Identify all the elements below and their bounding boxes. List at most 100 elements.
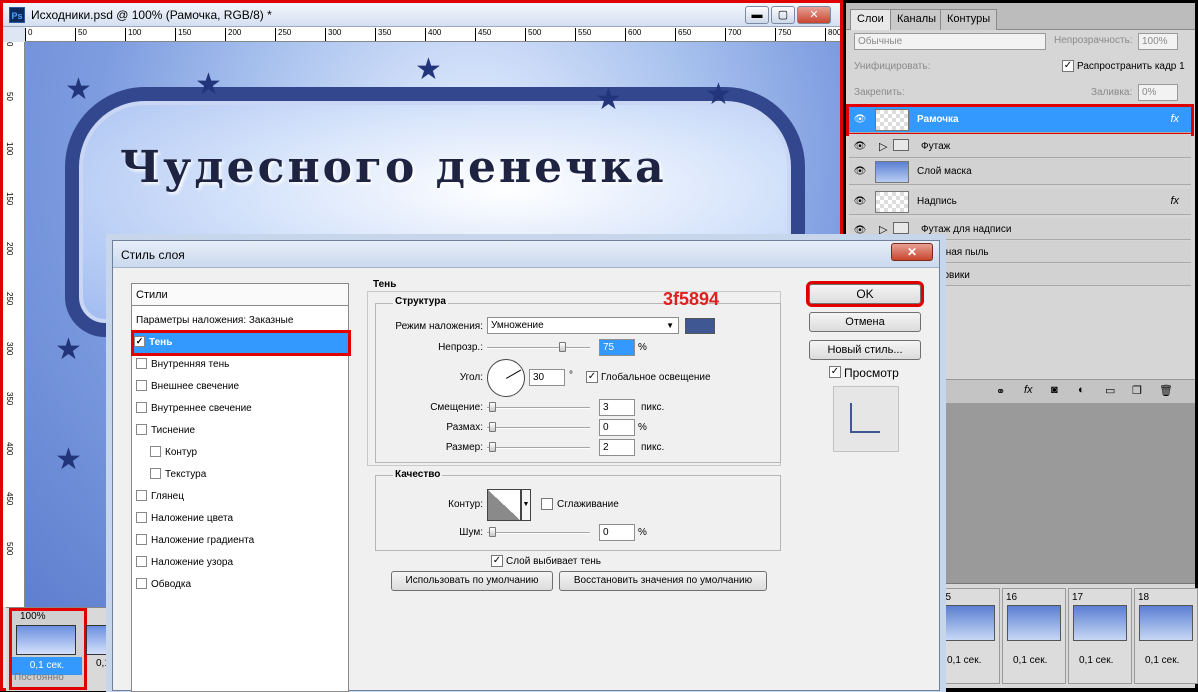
use-default-button[interactable]: Использовать по умолчанию (391, 571, 553, 591)
blending-options-item[interactable]: Параметры наложения: Заказные (136, 311, 346, 331)
ok-button[interactable]: OK (806, 281, 924, 307)
eye-icon[interactable]: 👁 (853, 196, 867, 208)
document-titlebar[interactable]: Ps Исходники.psd @ 100% (Рамочка, RGB/8)… (3, 3, 840, 27)
propagate-checkbox[interactable]: ✓ (1062, 60, 1074, 72)
checkbox[interactable] (136, 489, 147, 501)
checkbox[interactable] (136, 577, 147, 589)
link-icon[interactable]: ⚭ (996, 385, 1005, 398)
spread-input[interactable]: 0 (599, 419, 635, 436)
contour-preview[interactable] (487, 489, 521, 521)
eye-icon[interactable]: 👁 (853, 114, 867, 126)
close-button[interactable]: ✕ (797, 6, 831, 24)
noise-slider-knob[interactable] (489, 527, 496, 537)
tab-channels[interactable]: Каналы (890, 9, 944, 30)
expand-arrow-icon[interactable]: ▷ (879, 140, 887, 153)
dialog-close-button[interactable]: ✕ (891, 243, 933, 261)
size-slider-track[interactable] (487, 447, 590, 449)
frame-2-delay[interactable]: 0,1 (96, 658, 110, 669)
cancel-button[interactable]: Отмена (809, 312, 921, 332)
checkbox[interactable] (136, 401, 147, 413)
style-item-texture[interactable]: Текстура (150, 465, 360, 485)
style-item-gradient-overlay[interactable]: Наложение градиента (136, 531, 346, 551)
timeline-frame[interactable]: 18 0,1 сек. (1134, 588, 1198, 684)
frame-delay[interactable]: 0,1 сек. (1079, 655, 1113, 666)
style-item-bevel[interactable]: Тиснение (136, 421, 346, 441)
blend-mode-select[interactable]: Обычные (854, 33, 1046, 50)
opacity-slider-knob[interactable] (559, 342, 566, 352)
distance-input[interactable]: 3 (599, 399, 635, 416)
checkbox[interactable] (136, 357, 147, 369)
layer-row-futazh-nadpis[interactable]: 👁 ▷ Футаж для надписи (849, 218, 1191, 240)
fx-menu-icon[interactable]: fx (1024, 384, 1033, 396)
tab-paths[interactable]: Контуры (940, 9, 998, 30)
style-item-satin[interactable]: Глянец (136, 487, 346, 507)
dialog-titlebar[interactable]: Стиль слоя ✕ (113, 241, 939, 268)
layer-row-ramochka[interactable]: 👁 Рамочка fx (846, 104, 1194, 136)
tab-layers[interactable]: Слои (850, 9, 891, 30)
size-input[interactable]: 2 (599, 439, 635, 456)
global-light-checkbox[interactable]: ✓ (586, 371, 598, 383)
opacity-slider-track[interactable] (487, 347, 590, 349)
noise-slider-track[interactable] (487, 532, 590, 534)
opacity-input[interactable]: 75 (599, 339, 635, 356)
loop-select[interactable]: Постоянно (14, 672, 64, 683)
timeline-frame[interactable]: 15 0,1 сек. (936, 588, 1000, 684)
angle-input[interactable]: 30 (529, 369, 565, 386)
frame-delay[interactable]: 0,1 сек. (1013, 655, 1047, 666)
chevron-down-icon[interactable]: ▼ (521, 489, 531, 521)
checkbox[interactable] (150, 445, 161, 457)
fill-input[interactable]: 0% (1138, 84, 1178, 101)
spread-slider-track[interactable] (487, 427, 590, 429)
reset-default-button[interactable]: Восстановить значения по умолчанию (559, 571, 767, 591)
eye-icon[interactable]: 👁 (853, 225, 867, 237)
distance-slider-track[interactable] (487, 407, 590, 409)
timeline-frame[interactable]: 16 0,1 сек. (1002, 588, 1066, 684)
checkbox[interactable] (136, 379, 147, 391)
adjustment-icon[interactable]: ◐ (1078, 384, 1085, 396)
frame-delay[interactable]: 0,1 сек. (947, 655, 981, 666)
frame-delay[interactable]: 0,1 сек. (1145, 655, 1179, 666)
shadow-blend-mode-select[interactable]: Умножение ▼ (487, 317, 679, 334)
maximize-button[interactable]: ▢ (771, 6, 795, 24)
checkbox[interactable] (136, 423, 147, 435)
preview-checkbox[interactable]: ✓ (829, 366, 841, 378)
eye-icon[interactable]: 👁 (853, 141, 867, 153)
checkbox[interactable] (136, 555, 147, 567)
layer-row-futazh[interactable]: 👁 ▷ Футаж (849, 134, 1191, 158)
opacity-input[interactable]: 100% (1138, 33, 1178, 50)
group-icon[interactable]: ▭ (1105, 384, 1115, 397)
style-item-color-overlay[interactable]: Наложение цвета (136, 509, 346, 529)
style-item-pattern-overlay[interactable]: Наложение узора (136, 553, 346, 573)
trash-icon[interactable]: 🗑 (1159, 384, 1173, 397)
styles-header[interactable]: Стили (132, 284, 348, 306)
fx-icon[interactable]: fx (1170, 195, 1179, 207)
shadow-color-swatch[interactable] (685, 318, 715, 334)
style-item-inner-glow[interactable]: Внутреннее свечение (136, 399, 346, 419)
noise-input[interactable]: 0 (599, 524, 635, 541)
eye-icon[interactable]: 👁 (853, 166, 867, 178)
new-style-button[interactable]: Новый стиль... (809, 340, 921, 360)
fx-icon[interactable]: fx (1170, 113, 1179, 125)
checkbox[interactable] (150, 467, 161, 479)
style-item-stroke[interactable]: Обводка (136, 575, 346, 595)
style-item-contour[interactable]: Контур (150, 443, 360, 463)
style-item-inner-shadow[interactable]: Внутренняя тень (136, 355, 346, 375)
size-slider-knob[interactable] (489, 442, 496, 452)
spread-slider-knob[interactable] (489, 422, 496, 432)
mask-icon[interactable]: ◙ (1051, 384, 1058, 396)
checkbox[interactable] (136, 511, 147, 523)
antialias-checkbox[interactable] (541, 498, 553, 510)
checkbox[interactable] (136, 533, 147, 545)
layer-row-mask[interactable]: 👁 Слой маска (849, 159, 1191, 185)
angle-dial[interactable] (487, 359, 525, 397)
knockout-checkbox[interactable]: ✓ (491, 555, 503, 567)
timeline-frame[interactable]: 17 0,1 сек. (1068, 588, 1132, 684)
new-layer-icon[interactable]: ❐ (1132, 384, 1142, 397)
layer-row-nadpis[interactable]: 👁 Надпись fx (849, 189, 1191, 215)
expand-arrow-icon[interactable]: ▷ (879, 223, 887, 236)
minimize-button[interactable]: ▬ (745, 6, 769, 24)
style-item-outer-glow[interactable]: Внешнее свечение (136, 377, 346, 397)
distance-slider-knob[interactable] (489, 402, 496, 412)
checkbox[interactable]: ✓ (134, 335, 145, 347)
style-item-drop-shadow[interactable]: ✓ Тень (131, 330, 351, 356)
